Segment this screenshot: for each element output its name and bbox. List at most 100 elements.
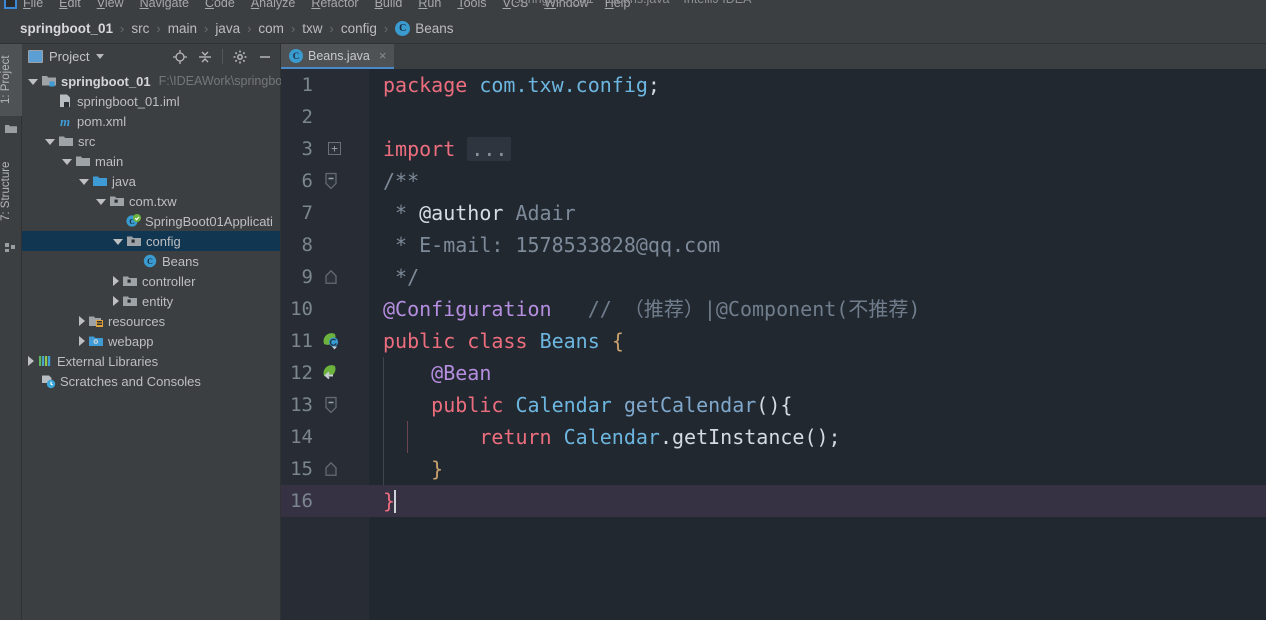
tree-node-config[interactable]: config: [22, 231, 280, 251]
code-editor[interactable]: 1 2 3 +6 7 8 9 10 11 12 13 14 15 16 package com.txw.c…: [281, 69, 1266, 620]
chevron-right-icon[interactable]: [28, 356, 34, 366]
code-row-11[interactable]: public class Beans {: [369, 325, 1266, 357]
breadcrumb-item-txw[interactable]: txw: [302, 21, 322, 36]
menu-item-analyze[interactable]: Analyze: [251, 0, 295, 10]
tree-node-entity[interactable]: entity: [22, 291, 280, 311]
gutter-row-3[interactable]: 3 +: [281, 133, 369, 165]
chevron-down-icon[interactable]: [79, 179, 89, 185]
breadcrumb-item-src[interactable]: src: [131, 21, 149, 36]
chevron-down-icon[interactable]: [45, 139, 55, 145]
tree-node-src[interactable]: src: [22, 131, 280, 151]
fold-end-icon[interactable]: [321, 459, 341, 479]
tree-node-scratches-and-consoles[interactable]: Scratches and Consoles: [22, 371, 280, 391]
menu-item-refactor[interactable]: Refactor: [311, 0, 358, 10]
menu-item-tools[interactable]: Tools: [457, 0, 486, 10]
menu-bar[interactable]: File Edit View Navigate Code Analyze Refactor B…: [23, 0, 630, 10]
tool-button-structure[interactable]: 7: Structure: [0, 148, 22, 234]
code-row-10[interactable]: @Configuration // （推荐）|@Component(不推荐): [369, 293, 1266, 325]
code-row-12[interactable]: @Bean: [369, 357, 1266, 389]
tree-node-beans[interactable]: C Beans: [22, 251, 280, 271]
gutter-row-2[interactable]: 2: [281, 101, 369, 133]
breadcrumb-item-main[interactable]: main: [168, 21, 197, 36]
tree-node-springboot-01-iml[interactable]: springboot_01.iml: [22, 91, 280, 111]
menu-item-file[interactable]: File: [23, 0, 43, 10]
chevron-down-icon[interactable]: [28, 79, 38, 85]
menu-item-view[interactable]: View: [97, 0, 124, 10]
hide-icon[interactable]: [254, 46, 276, 68]
tree-node-java[interactable]: java: [22, 171, 280, 191]
breadcrumb-item-config[interactable]: config: [341, 21, 377, 36]
gutter-row-12[interactable]: 12: [281, 357, 369, 389]
menu-item-build[interactable]: Build: [375, 0, 403, 10]
chevron-right-icon[interactable]: [113, 276, 119, 286]
code-token: Calendar: [515, 393, 612, 417]
fold-collapse-icon[interactable]: [321, 171, 341, 191]
gutter-row-11[interactable]: 11: [281, 325, 369, 357]
chevron-down-icon[interactable]: [96, 54, 105, 59]
menu-item-window[interactable]: Window: [544, 0, 588, 10]
fold-expand-icon[interactable]: +: [328, 142, 341, 155]
folded-imports[interactable]: ...: [467, 137, 512, 161]
locate-icon[interactable]: [169, 46, 191, 68]
tree-node-external-libraries[interactable]: External Libraries: [22, 351, 280, 371]
code-row-9[interactable]: */: [369, 261, 1266, 293]
collapse-all-icon[interactable]: [194, 46, 216, 68]
chevron-right-icon[interactable]: [113, 296, 119, 306]
gutter-row-1[interactable]: 1: [281, 69, 369, 101]
code-row-1[interactable]: package com.txw.config;: [369, 69, 1266, 101]
tree-node-controller[interactable]: controller: [22, 271, 280, 291]
code-row-8[interactable]: * E-mail: 1578533828@qq.com: [369, 229, 1266, 261]
editor-gutter[interactable]: 1 2 3 +6 7 8 9 10 11 12 13 14 15 16: [281, 69, 369, 620]
tree-node-resources[interactable]: resources: [22, 311, 280, 331]
code-row-16[interactable]: }: [369, 485, 1266, 517]
chevron-down-icon[interactable]: [62, 159, 72, 165]
spring-bean-navigate-icon[interactable]: [321, 363, 341, 383]
chevron-down-icon[interactable]: [113, 239, 123, 245]
breadcrumb-item-beans[interactable]: C Beans: [395, 21, 454, 36]
menu-item-run[interactable]: Run: [418, 0, 441, 10]
breadcrumb-item-springboot-01[interactable]: springboot_01: [20, 21, 113, 36]
menu-item-navigate[interactable]: Navigate: [140, 0, 189, 10]
chevron-right-icon[interactable]: [79, 316, 85, 326]
tree-node-pom-xml[interactable]: m pom.xml: [22, 111, 280, 131]
fold-collapse-icon[interactable]: [321, 395, 341, 415]
code-row-7[interactable]: * @author Adair: [369, 197, 1266, 229]
gutter-row-15[interactable]: 15: [281, 453, 369, 485]
tool-button-project[interactable]: 1: Project: [0, 44, 22, 116]
tree-node-springboot-01[interactable]: springboot_01 F:\IDEAWork\springbo: [22, 71, 282, 91]
code-row-15[interactable]: }: [369, 453, 1266, 485]
project-tree[interactable]: springboot_01 F:\IDEAWork\springbo springb…: [22, 69, 282, 391]
gutter-row-6[interactable]: 6: [281, 165, 369, 197]
gutter-row-16[interactable]: 16: [281, 485, 369, 517]
menu-item-help[interactable]: Help: [605, 0, 631, 10]
gutter-row-10[interactable]: 10: [281, 293, 369, 325]
tab-beans-java[interactable]: C Beans.java ×: [281, 44, 395, 69]
gutter-row-7[interactable]: 7: [281, 197, 369, 229]
code-row-3[interactable]: import ...: [369, 133, 1266, 165]
code-row-13[interactable]: public Calendar getCalendar(){: [369, 389, 1266, 421]
spring-bean-icon[interactable]: [321, 331, 341, 351]
chevron-right-icon[interactable]: [79, 336, 85, 346]
code-row-2[interactable]: [369, 101, 1266, 133]
chevron-down-icon[interactable]: [96, 199, 106, 205]
gutter-row-8[interactable]: 8: [281, 229, 369, 261]
close-icon[interactable]: ×: [379, 48, 387, 63]
tree-node-main[interactable]: main: [22, 151, 280, 171]
menu-item-edit[interactable]: Edit: [59, 0, 81, 10]
breadcrumb-item-java[interactable]: java: [215, 21, 240, 36]
fold-end-icon[interactable]: [321, 267, 341, 287]
gutter-row-13[interactable]: 13: [281, 389, 369, 421]
gear-icon[interactable]: [229, 46, 251, 68]
tree-node-com-txw[interactable]: com.txw: [22, 191, 280, 211]
breadcrumb[interactable]: springboot_01 › src › main › java › com › txw › conf…: [0, 14, 1266, 44]
gutter-row-14[interactable]: 14: [281, 421, 369, 453]
tree-node-springboot01applicati[interactable]: C SpringBoot01Applicati: [22, 211, 280, 231]
menu-item-vcs[interactable]: VCS: [503, 0, 529, 10]
tree-node-webapp[interactable]: webapp: [22, 331, 280, 351]
code-row-14[interactable]: return Calendar.getInstance();: [369, 421, 1266, 453]
menu-item-code[interactable]: Code: [205, 0, 235, 10]
gutter-row-9[interactable]: 9: [281, 261, 369, 293]
code-content[interactable]: package com.txw.config; import ... /** * @…: [369, 69, 1266, 620]
code-row-6[interactable]: /**: [369, 165, 1266, 197]
breadcrumb-item-com[interactable]: com: [258, 21, 284, 36]
